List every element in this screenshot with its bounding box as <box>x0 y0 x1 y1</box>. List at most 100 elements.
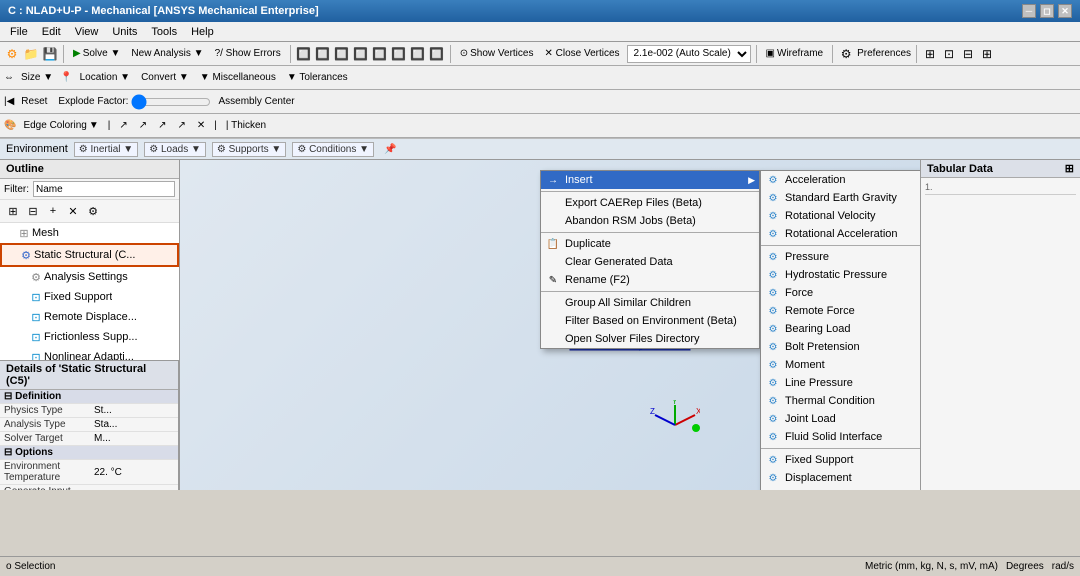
solve-button[interactable]: ▶ ▶ Solve Solve ▼ <box>69 47 124 60</box>
menu-units[interactable]: Units <box>106 24 143 40</box>
sm-fixed-support[interactable]: ⚙ Fixed Support <box>761 451 920 469</box>
sm-remote-displacement[interactable]: ⚙ Remote Displacement <box>761 487 920 490</box>
pin-env-button[interactable]: 📌 <box>380 143 400 156</box>
arrow-tb4[interactable]: ↗ <box>174 119 190 132</box>
tabular-row-header: 1. <box>925 182 1076 195</box>
rename-icon: ✎ <box>545 272 561 288</box>
convert-button[interactable]: Convert ▼ <box>137 71 193 84</box>
edge-coloring-button[interactable]: Edge Coloring ▼ <box>19 119 102 132</box>
outline-expand-button[interactable]: ⊞ <box>4 202 22 220</box>
moment-icon: ⚙ <box>765 357 781 373</box>
svg-text:Y: Y <box>672 400 678 406</box>
title-bar: C : NLAD+U-P - Mechanical [ANSYS Mechani… <box>0 0 1080 22</box>
scale-dropdown[interactable]: 2.1e-002 (Auto Scale) <box>627 45 751 63</box>
insert-submenu[interactable]: ⚙ Acceleration ⚙ Standard Earth Gravity … <box>760 170 920 490</box>
tree-item-frictionless[interactable]: ⊡ Frictionless Supp... <box>0 327 179 347</box>
cm-clear-data[interactable]: Clear Generated Data <box>541 253 759 271</box>
cm-export-caerep[interactable]: Export CAERep Files (Beta) <box>541 194 759 212</box>
arrow-tb2[interactable]: ↗ <box>135 119 151 132</box>
svg-text:Z: Z <box>650 407 655 416</box>
close-vertices-button[interactable]: ✕ Close Vertices <box>540 47 623 60</box>
sm-pressure[interactable]: ⚙ Pressure <box>761 248 920 266</box>
outline-delete-button[interactable]: ✕ <box>64 202 82 220</box>
remote-icon: ⊡ <box>28 309 44 325</box>
line-pressure-icon: ⚙ <box>765 375 781 391</box>
sm-standard-earth[interactable]: ⚙ Standard Earth Gravity <box>761 189 920 207</box>
menu-help[interactable]: Help <box>185 24 220 40</box>
cm-duplicate[interactable]: 📋 Duplicate <box>541 235 759 253</box>
sm-force[interactable]: ⚙ Force <box>761 284 920 302</box>
cm-insert[interactable]: → Insert ▶ <box>541 171 759 189</box>
outline-add-button[interactable]: + <box>44 202 62 220</box>
cm-filter-env[interactable]: Filter Based on Environment (Beta) <box>541 312 759 330</box>
env-temp-value: 22. °C <box>90 460 178 485</box>
sm-remote-force[interactable]: ⚙ Remote Force <box>761 302 920 320</box>
sm-rotational-acceleration[interactable]: ⚙ Rotational Acceleration <box>761 225 920 243</box>
cm-group-all[interactable]: Group All Similar Children <box>541 294 759 312</box>
structural-icon: ⚙ <box>18 247 34 263</box>
tabular-pin-icon[interactable]: ⊞ <box>1065 162 1074 175</box>
cm-open-solver[interactable]: Open Solver Files Directory <box>541 330 759 348</box>
filter-input[interactable] <box>33 181 175 197</box>
conditions-button[interactable]: ⚙ Conditions ▼ <box>292 142 374 157</box>
submenu-arrow: ▶ <box>748 175 755 186</box>
sm-moment[interactable]: ⚙ Moment <box>761 356 920 374</box>
sm-displacement[interactable]: ⚙ Displacement <box>761 469 920 487</box>
status-selection: o Selection <box>6 561 55 572</box>
minimize-button[interactable]: ─ <box>1022 4 1036 18</box>
menu-edit[interactable]: Edit <box>36 24 67 40</box>
tree-item-nonlinear[interactable]: ⊡ Nonlinear Adapti... <box>0 347 179 360</box>
sm-bolt-pretension[interactable]: ⚙ Bolt Pretension <box>761 338 920 356</box>
sm-thermal-condition[interactable]: ⚙ Thermal Condition <box>761 392 920 410</box>
sm-fluid-solid[interactable]: ⚙ Fluid Solid Interface <box>761 428 920 446</box>
env-label: Environment <box>6 143 68 155</box>
cm-rename[interactable]: ✎ Rename (F2) <box>541 271 759 289</box>
arrow-left-icon: ⇔ <box>4 72 14 83</box>
restore-button[interactable]: ◻ <box>1040 4 1054 18</box>
viewport: → Insert ▶ Export CAERep Files (Beta) Ab… <box>180 160 920 490</box>
tree-item-analysis-settings[interactable]: ⚙ Analysis Settings <box>0 267 179 287</box>
home-icon: |◀ <box>4 96 14 107</box>
cm-abandon-rsm[interactable]: Abandon RSM Jobs (Beta) <box>541 212 759 230</box>
location-button[interactable]: Location ▼ <box>76 71 134 84</box>
icon8: 🔲 <box>391 46 407 62</box>
show-vertices-button[interactable]: ⊙ Show Vertices <box>456 47 538 60</box>
inertial-button[interactable]: ⚙ Inertial ▼ <box>74 142 138 157</box>
physics-type-value: St... <box>90 404 178 418</box>
sm-acceleration[interactable]: ⚙ Acceleration <box>761 171 920 189</box>
sm-rotational-velocity[interactable]: ⚙ Rotational Velocity <box>761 207 920 225</box>
window-controls[interactable]: ─ ◻ ✕ <box>1022 4 1072 18</box>
supports-button[interactable]: ⚙ Supports ▼ <box>212 142 286 157</box>
tree-item-fixed-support[interactable]: ⊡ Fixed Support <box>0 287 179 307</box>
sm-hydrostatic[interactable]: ⚙ Hydrostatic Pressure <box>761 266 920 284</box>
new-analysis-button[interactable]: ▼ New Analysis New Analysis ▼ <box>127 47 207 60</box>
tree-item-remote-disp[interactable]: ⊡ Remote Displace... <box>0 307 179 327</box>
sm-joint-load[interactable]: ⚙ Joint Load <box>761 410 920 428</box>
fixed-icon: ⊡ <box>28 289 44 305</box>
context-menu[interactable]: → Insert ▶ Export CAERep Files (Beta) Ab… <box>540 170 760 349</box>
arrow-tb5[interactable]: ✕ <box>193 119 209 132</box>
reset-button[interactable]: Reset <box>17 95 51 108</box>
thicken-button[interactable]: | Thicken <box>222 119 270 132</box>
sm-line-pressure[interactable]: ⚙ Line Pressure <box>761 374 920 392</box>
tree-item-static-structural[interactable]: ⚙ Static Structural (C... <box>0 243 179 267</box>
tree-item-mesh[interactable]: ⊞ Mesh <box>0 223 179 243</box>
right-panel: Tabular Data ⊞ 1. <box>920 160 1080 490</box>
miscellaneous-button[interactable]: ▼ Miscellaneous <box>196 71 280 84</box>
rot-accel-icon: ⚙ <box>765 226 781 242</box>
show-errors-button[interactable]: ?/ Show Errors <box>211 47 285 60</box>
menu-file[interactable]: File <box>4 24 34 40</box>
menu-tools[interactable]: Tools <box>145 24 183 40</box>
loads-button[interactable]: ⚙ Loads ▼ <box>144 142 206 157</box>
sm-bearing-load[interactable]: ⚙ Bearing Load <box>761 320 920 338</box>
arrow-tb1[interactable]: ↗ <box>115 119 131 132</box>
menu-view[interactable]: View <box>69 24 105 40</box>
size-button[interactable]: Size ▼ <box>17 71 57 84</box>
outline-collapse-button[interactable]: ⊟ <box>24 202 42 220</box>
outline-settings-button[interactable]: ⚙ <box>84 202 102 220</box>
close-button[interactable]: ✕ <box>1058 4 1072 18</box>
tolerances-button[interactable]: ▼ Tolerances <box>283 71 352 84</box>
arrow-tb3[interactable]: ↗ <box>154 119 170 132</box>
explode-slider[interactable] <box>131 96 211 108</box>
wireframe-button[interactable]: ▣ Wireframe <box>762 47 828 60</box>
